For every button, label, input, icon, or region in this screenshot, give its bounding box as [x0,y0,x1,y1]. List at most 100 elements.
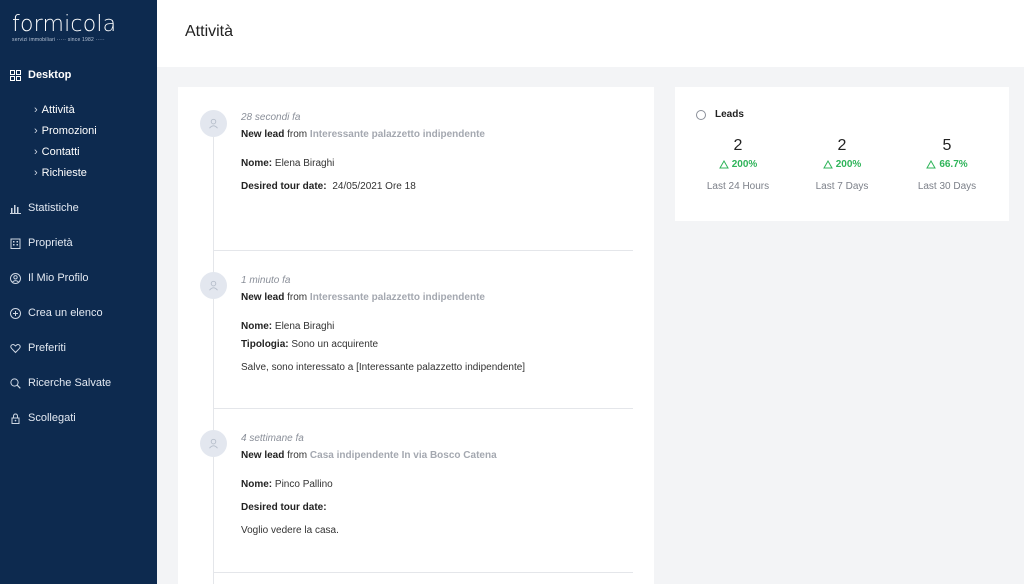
stat-last-30-days: 5 66.7% Last 30 Days [892,137,1002,192]
leads-header: Leads [696,109,744,120]
stat-label: Last 7 Days [815,181,869,192]
sidebar-item-label: Statistiche [28,202,79,214]
bar-chart-icon [9,202,21,214]
avatar [200,110,227,137]
triangle-up-icon [822,160,833,169]
sidebar-subitem-attivita[interactable]: › Attività [34,102,75,118]
heart-icon [9,342,21,354]
entry-name: Nome: Elena Biraghi [241,321,334,332]
from-text: from [287,129,308,140]
sidebar-subitem-label: Contatti [41,146,80,158]
field-label: Desired tour date: [241,181,327,192]
stat-change-value: 200% [835,159,862,170]
field-value: Sono un acquirente [291,339,379,350]
timeline-line [213,127,214,584]
brand-logo[interactable]: formicola servizi immobiliari ····· sinc… [12,12,116,43]
sidebar-item-il-mio-profilo[interactable]: Il Mio Profilo [0,268,157,288]
stat-change: 200% [683,159,793,170]
sidebar-subitem-richieste[interactable]: › Richieste [34,165,87,181]
stat-change: 66.7% [892,159,1002,170]
plus-circle-icon [9,307,21,319]
from-text: from [287,450,308,461]
sidebar-item-label: Preferiti [28,342,66,354]
stat-value: 2 [837,137,847,154]
sidebar-subitem-promozioni[interactable]: › Promozioni [34,123,97,139]
user-icon [209,280,218,291]
user-icon [209,438,218,449]
sidebar-item-preferiti[interactable]: Preferiti [0,338,157,358]
chevron-right-icon: › [34,104,38,116]
field-value: Elena Biraghi [274,158,335,169]
field-value: Pinco Pallino [274,479,333,490]
sidebar-item-ricerche-salvate[interactable]: Ricerche Salvate [0,373,157,393]
leads-title: Leads [715,109,744,120]
leads-card: Leads 2 200% Last 24 Hours 2 200% Last 7… [675,87,1009,221]
entry-time: 28 secondi fa [241,112,301,123]
sidebar-subitem-label: Attività [41,104,75,116]
entry-title: New lead from Interessante palazzetto in… [241,292,485,303]
entry-time: 4 settimane fa [241,433,304,444]
chevron-right-icon: › [34,125,38,137]
field-label: Desired tour date: [241,502,327,513]
sidebar-item-crea-un-elenco[interactable]: Crea un elenco [0,303,157,323]
sidebar-item-label: Scollegati [28,412,76,424]
user-icon [209,118,218,129]
chevron-right-icon: › [34,167,38,179]
avatar [200,430,227,457]
sidebar-subitem-label: Richieste [41,167,87,179]
stat-value: 2 [733,137,743,154]
sidebar-item-label: Il Mio Profilo [28,272,89,284]
brand-tagline: servizi immobiliari ····· since 1982 ···… [12,37,105,43]
lead-label: New lead [241,292,285,303]
property-link[interactable]: Interessante palazzetto indipendente [310,129,485,140]
avatar [200,272,227,299]
field-label: Tipologia: [241,339,289,350]
sidebar-item-desktop[interactable]: Desktop [0,65,157,85]
stat-last-24-hours: 2 200% Last 24 Hours [683,137,793,192]
entry-title: New lead from Casa indipendente In via B… [241,450,497,461]
stat-change-value: 66.7% [939,159,968,170]
divider [213,408,633,409]
sidebar-item-label: Desktop [28,69,72,81]
stat-change-value: 200% [731,159,758,170]
brand-name: formicola [12,12,117,37]
sidebar-item-proprieta[interactable]: Proprietà [0,233,157,253]
chevron-right-icon: › [34,146,38,158]
lead-label: New lead [241,450,285,461]
entry-tour-date: Desired tour date: 24/05/2021 Ore 18 [241,181,416,192]
lead-label: New lead [241,129,285,140]
top-bar: Attività [157,0,1024,67]
sidebar-item-label: Crea un elenco [28,307,103,319]
triangle-up-icon [926,160,937,169]
sidebar-item-statistiche[interactable]: Statistiche [0,198,157,218]
dashboard-icon [9,69,21,81]
sidebar-item-label: Ricerche Salvate [28,377,112,389]
field-label: Nome: [241,158,273,169]
sidebar-item-scollegati[interactable]: Scollegati [0,408,157,428]
stat-change: 200% [787,159,897,170]
from-text: from [287,292,308,303]
entry-message: Voglio vedere la casa. [241,525,339,536]
entry-name: Nome: Pinco Pallino [241,479,333,490]
entry-name: Nome: Elena Biraghi [241,158,334,169]
triangle-up-icon [718,160,729,169]
field-value: 24/05/2021 Ore 18 [332,181,416,192]
stat-value: 5 [942,137,952,154]
entry-tour-date: Desired tour date: [241,502,327,513]
stat-last-7-days: 2 200% Last 7 Days [787,137,897,192]
stat-label: Last 30 Days [917,181,977,192]
page-title: Attività [185,23,234,40]
activity-feed: 28 secondi fa New lead from Interessante… [178,87,654,584]
sidebar-subitem-contatti[interactable]: › Contatti [34,144,80,160]
entry-type: Tipologia: Sono un acquirente [241,339,378,350]
search-icon [9,377,21,389]
property-link[interactable]: Interessante palazzetto indipendente [310,292,485,303]
entry-message: Salve, sono interessato a [Interessante … [241,362,526,373]
entry-time: 1 minuto fa [241,275,291,286]
user-circle-icon [9,272,21,284]
entry-title: New lead from Interessante palazzetto in… [241,129,485,140]
sidebar-item-label: Proprietà [28,237,73,249]
radio-icon[interactable] [696,109,706,120]
property-link[interactable]: Casa indipendente In via Bosco Catena [310,450,497,461]
field-value: Elena Biraghi [274,321,335,332]
